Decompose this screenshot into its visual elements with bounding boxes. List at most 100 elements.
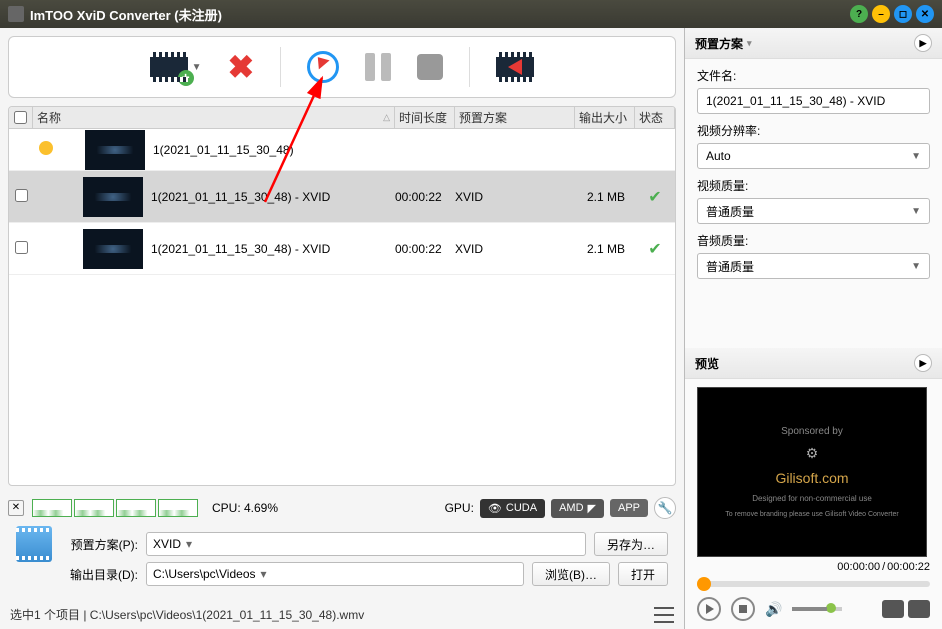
dropdown-icon[interactable]: ▾ — [181, 537, 197, 551]
sort-indicator-icon: △ — [383, 112, 390, 123]
expand-button[interactable]: ▶ — [914, 34, 932, 52]
seek-knob[interactable] — [697, 577, 711, 591]
thumbnail — [85, 130, 145, 170]
preview-area: Sponsored by ⚙ Gilisoft.com Designed for… — [685, 379, 942, 629]
column-name-label: 名称 — [37, 109, 61, 126]
seek-bar[interactable] — [697, 581, 930, 587]
row-status: ✔ — [635, 187, 675, 207]
audio-quality-field[interactable]: 普通质量▼ — [697, 253, 930, 279]
play-button[interactable] — [697, 597, 721, 621]
row-name: 1(2021_01_11_15_30_48) - XVID — [151, 190, 395, 204]
row-status: ✔ — [635, 239, 675, 259]
outdir-label: 输出目录(D): — [56, 566, 138, 583]
divider — [280, 47, 281, 87]
open-button[interactable]: 打开 — [618, 562, 668, 586]
chevron-down-icon: ▾ — [747, 38, 752, 49]
dropdown-icon[interactable]: ▼ — [911, 206, 921, 217]
wrench-icon: 🔧 — [658, 501, 673, 515]
dropdown-icon[interactable]: ▾ — [256, 567, 272, 581]
dropdown-icon[interactable]: ▼ — [911, 261, 921, 272]
maximize-button[interactable]: ◻ — [894, 5, 912, 23]
help-button[interactable]: ? — [850, 5, 868, 23]
gpu-label: GPU: — [445, 501, 474, 515]
app-badge[interactable]: APP — [610, 499, 648, 517]
table-row[interactable]: 1(2021_01_11_15_30_48) - XVID 00:00:22 X… — [9, 223, 675, 275]
cpu-row: ✕ CPU: 4.69% GPU: 👁 CUDA AMD◤ APP 🔧 — [8, 494, 676, 522]
stop-preview-button[interactable] — [731, 597, 755, 621]
column-time[interactable]: 时间长度 — [395, 107, 455, 128]
audio-quality-label: 音频质量: — [697, 232, 930, 249]
cpu-label: CPU: 4.69% — [212, 501, 278, 515]
filename-label: 文件名: — [697, 67, 930, 84]
preset-section-header: 预置方案 ▾ ▶ — [685, 28, 942, 59]
stop-icon — [417, 54, 443, 80]
header-checkbox-cell — [9, 107, 33, 128]
column-size[interactable]: 输出大小 — [575, 107, 635, 128]
column-name[interactable]: 名称 △ — [33, 107, 395, 128]
browse-button[interactable]: 浏览(B)… — [532, 562, 610, 586]
resolution-field[interactable]: Auto▼ — [697, 143, 930, 169]
close-panel-button[interactable]: ✕ — [8, 500, 24, 516]
row-checkbox[interactable] — [15, 241, 28, 254]
film-left-icon — [496, 52, 534, 82]
import-button[interactable] — [496, 52, 534, 82]
video-quality-label: 视频质量: — [697, 177, 930, 194]
row-size: 2.1 MB — [575, 242, 635, 256]
preset-field[interactable]: XVID▾ — [146, 532, 586, 556]
volume-icon[interactable]: 🔊 — [765, 601, 782, 618]
amd-badge[interactable]: AMD◤ — [551, 499, 604, 518]
x-icon: ✖ — [228, 48, 255, 86]
outdir-field[interactable]: C:\Users\pc\Videos▾ — [146, 562, 524, 586]
table-row[interactable]: 1(2021_01_11_15_30_48) - XVID 00:00:22 X… — [9, 171, 675, 223]
window-title: ImTOO XviD Converter (未注册) — [30, 5, 846, 24]
bottom-panel: ✕ CPU: 4.69% GPU: 👁 CUDA AMD◤ APP 🔧 预置方案… — [8, 494, 676, 592]
status-text: 选中1 个项目 | C:\Users\pc\Videos\1(2021_01_1… — [10, 606, 364, 623]
volume-slider[interactable] — [792, 607, 842, 611]
preview-section-header: 预览 ▶ — [685, 348, 942, 379]
cuda-badge[interactable]: 👁 CUDA — [480, 499, 545, 518]
minimize-button[interactable]: – — [872, 5, 890, 23]
row-preset: XVID — [455, 190, 575, 204]
menu-button[interactable] — [654, 607, 674, 623]
filename-field[interactable]: 1(2021_01_11_15_30_48) - XVID — [697, 88, 930, 114]
settings-button[interactable]: 🔧 — [654, 497, 676, 519]
film-add-icon: + — [150, 52, 188, 82]
gear-icon: ⚙ — [806, 445, 819, 461]
pause-button[interactable] — [365, 53, 391, 81]
video-quality-field[interactable]: 普通质量▼ — [697, 198, 930, 224]
app-icon — [8, 6, 24, 22]
preview-header-label: 预览 — [695, 355, 719, 372]
select-all-checkbox[interactable] — [14, 111, 27, 124]
thumbnail — [83, 177, 143, 217]
pause-icon — [365, 53, 391, 81]
expand-button[interactable]: ▶ — [914, 354, 932, 372]
time-display: 00:00:00 / 00:00:22 — [697, 557, 930, 577]
table-row[interactable]: 1(2021_01_11_15_30_48) — [9, 129, 675, 171]
preview-video[interactable]: Sponsored by ⚙ Gilisoft.com Designed for… — [697, 387, 927, 557]
column-status[interactable]: 状态 — [635, 107, 675, 128]
stop-button[interactable] — [417, 54, 443, 80]
cpu-graph — [32, 499, 198, 517]
row-checkbox[interactable] — [15, 189, 28, 202]
remove-button[interactable]: ✖ — [228, 48, 255, 86]
row-preset: XVID — [455, 242, 575, 256]
preset-label: 预置方案(P): — [56, 536, 138, 553]
row-time: 00:00:22 — [395, 190, 455, 204]
column-preset[interactable]: 预置方案 — [455, 107, 575, 128]
row-size: 2.1 MB — [575, 190, 635, 204]
save-as-button[interactable]: 另存为… — [594, 532, 668, 556]
row-time: 00:00:22 — [395, 242, 455, 256]
convert-icon — [307, 51, 339, 83]
volume-knob[interactable] — [826, 603, 836, 613]
snapshot-folder-button[interactable] — [908, 600, 930, 618]
convert-button[interactable] — [307, 51, 339, 83]
titlebar: ImTOO XviD Converter (未注册) ? – ◻ ✕ — [0, 0, 942, 28]
main-toolbar: + ▼ ✖ — [8, 36, 676, 98]
close-button[interactable]: ✕ — [916, 5, 934, 23]
thumbnail — [83, 229, 143, 269]
dropdown-arrow-icon[interactable]: ▼ — [192, 62, 202, 73]
snapshot-button[interactable] — [882, 600, 904, 618]
dropdown-icon[interactable]: ▼ — [911, 151, 921, 162]
file-table: 名称 △ 时间长度 预置方案 输出大小 状态 1(2021_01_11_15_30… — [8, 106, 676, 486]
add-file-button[interactable]: + ▼ — [150, 52, 202, 82]
